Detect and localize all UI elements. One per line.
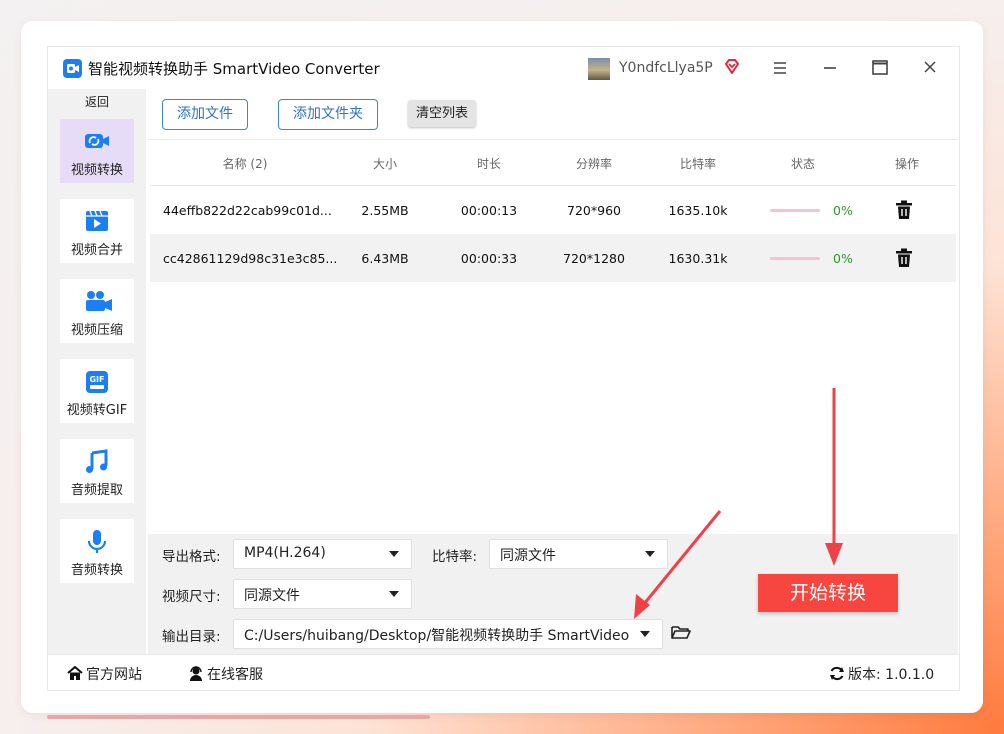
home-icon [67, 665, 83, 680]
video-compress-icon [84, 289, 112, 313]
microphone-icon [84, 529, 110, 553]
sidebar-item-video-merge[interactable]: 视频合并 [60, 199, 134, 263]
back-button[interactable]: 返回 [48, 93, 146, 111]
sidebar-item-audio-convert[interactable]: 音频转换 [60, 519, 134, 583]
scrollbar[interactable] [47, 715, 430, 719]
sidebar-item-audio-extract[interactable]: 音频提取 [60, 439, 134, 503]
clear-list-button[interactable]: 清空列表 [408, 100, 476, 127]
online-support-label: 在线客服 [207, 667, 263, 683]
official-website-label: 官方网站 [86, 667, 142, 683]
sidebar-item-label: 视频转换 [70, 163, 123, 178]
file-duration: 00:00:33 [460, 251, 518, 266]
format-label: 导出格式: [162, 549, 221, 565]
avatar[interactable] [588, 58, 610, 80]
online-support-link[interactable]: 在线客服 [188, 664, 263, 684]
format-select-value: MP4(H.264) [244, 545, 326, 561]
video-size-select-value: 同源文件 [244, 588, 300, 604]
file-resolution: 720*960 [567, 203, 621, 218]
file-name: cc42861129d98c31e3c85... [163, 251, 338, 266]
sidebar-item-label: 视频合并 [70, 243, 123, 258]
column-header-resolution[interactable]: 分辨率 [564, 155, 624, 172]
progress-bar [770, 257, 820, 260]
chevron-down-icon [389, 551, 399, 557]
file-size: 6.43MB [361, 251, 409, 266]
column-header-actions: 操作 [894, 157, 919, 171]
chevron-down-icon [640, 631, 650, 637]
table-header: 名称 (2) 大小 时长 分辨率 比特率 状态 操作 [150, 140, 956, 186]
app-logo-icon [63, 59, 82, 78]
file-bitrate: 1630.31k [668, 251, 728, 266]
video-merge-icon [84, 209, 110, 233]
music-note-icon [84, 449, 110, 473]
start-convert-button[interactable]: 开始转换 [758, 574, 898, 612]
maximize-icon[interactable] [868, 57, 892, 79]
close-icon[interactable] [918, 57, 942, 79]
sidebar: 返回 视频转换 视频合并 视频压缩 GIF 视频转GIF 音频提取 音频转换 [48, 89, 146, 654]
column-header-size[interactable]: 大小 [360, 155, 410, 172]
sidebar-item-gif[interactable]: GIF 视频转GIF [60, 359, 134, 423]
sidebar-item-video-compress[interactable]: 视频压缩 [60, 279, 134, 343]
vip-diamond-icon[interactable] [723, 58, 741, 80]
refresh-icon [830, 666, 844, 681]
menu-icon[interactable] [768, 57, 792, 79]
progress-percent: 0% [833, 251, 853, 266]
progress-bar [770, 209, 820, 212]
title-bar: 智能视频转换助手 SmartVideo Converter Y0ndfcLlya… [48, 47, 959, 89]
video-size-label: 视频尺寸: [162, 589, 221, 605]
chevron-down-icon [389, 591, 399, 597]
footer: 官方网站 在线客服 版本: 1.0.1.0 [48, 654, 959, 691]
sidebar-item-video-convert[interactable]: 视频转换 [60, 119, 134, 183]
sidebar-item-label: 音频提取 [70, 483, 123, 498]
video-convert-icon [84, 129, 110, 153]
bitrate-label: 比特率: [432, 549, 478, 565]
chevron-down-icon [645, 551, 655, 557]
trash-icon[interactable] [895, 200, 913, 224]
column-header-name[interactable]: 名称 (2) [205, 155, 285, 172]
output-settings-panel: 导出格式: MP4(H.264) 比特率: 同源文件 视频尺寸: 同源文件 输出… [148, 534, 958, 654]
version-info: 版本: 1.0.1.0 [829, 664, 934, 684]
output-dir-value: C:/Users/huibang/Desktop/智能视频转换助手 SmartV… [244, 628, 630, 644]
format-select[interactable]: MP4(H.264) [233, 539, 412, 569]
file-bitrate: 1635.10k [668, 203, 728, 218]
sidebar-item-label: 视频转GIF [66, 403, 128, 418]
video-size-select[interactable]: 同源文件 [233, 579, 412, 609]
svg-text:GIF: GIF [89, 375, 104, 384]
customer-service-icon [190, 666, 202, 681]
app-title: 智能视频转换助手 SmartVideo Converter [88, 60, 380, 78]
official-website-link[interactable]: 官方网站 [67, 664, 142, 684]
minimize-icon[interactable] [818, 57, 842, 79]
bitrate-select[interactable]: 同源文件 [489, 539, 668, 569]
column-header-status: 状态 [790, 157, 815, 171]
output-dir-label: 输出目录: [162, 629, 221, 645]
add-folder-button[interactable]: 添加文件夹 [278, 99, 378, 130]
add-file-button[interactable]: 添加文件 [162, 99, 248, 130]
file-resolution: 720*1280 [563, 251, 625, 266]
output-dir-select[interactable]: C:/Users/huibang/Desktop/智能视频转换助手 SmartV… [233, 619, 663, 649]
column-header-duration[interactable]: 时长 [464, 155, 514, 172]
gif-icon: GIF [84, 369, 110, 393]
file-size: 2.55MB [361, 203, 409, 218]
sidebar-item-label: 视频压缩 [70, 323, 123, 338]
folder-open-icon[interactable] [671, 624, 691, 644]
file-duration: 00:00:13 [460, 203, 518, 218]
column-header-bitrate[interactable]: 比特率 [668, 155, 728, 172]
file-table: 名称 (2) 大小 时长 分辨率 比特率 状态 操作 44effb822d22c… [150, 140, 956, 282]
version-label: 版本: [848, 667, 881, 683]
progress-percent: 0% [833, 203, 853, 218]
toolbar: 添加文件 添加文件夹 清空列表 [148, 89, 958, 140]
sidebar-item-label: 音频转换 [70, 563, 123, 578]
trash-icon[interactable] [895, 248, 913, 272]
username[interactable]: Y0ndfcLlya5P [619, 60, 713, 76]
table-row[interactable]: 44effb822d22cab99c01d... 2.55MB 00:00:13… [150, 186, 956, 234]
app-window: 智能视频转换助手 SmartVideo Converter Y0ndfcLlya… [47, 46, 960, 691]
table-row[interactable]: cc42861129d98c31e3c85... 6.43MB 00:00:33… [150, 234, 956, 282]
bitrate-select-value: 同源文件 [500, 548, 556, 564]
version-number: 1.0.1.0 [885, 667, 935, 683]
file-name: 44effb822d22cab99c01d... [163, 203, 332, 218]
